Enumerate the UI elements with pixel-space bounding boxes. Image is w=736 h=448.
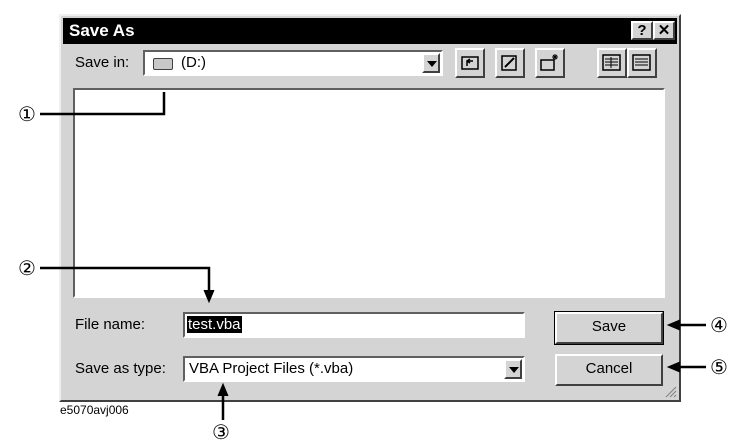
- callout-2: ②: [18, 256, 36, 280]
- figure-caption: e5070avj006: [60, 403, 129, 417]
- callout-5: ⑤: [710, 355, 728, 379]
- annotation-lines: [40, 92, 706, 420]
- callout-4: ④: [710, 313, 728, 337]
- callout-1: ①: [18, 102, 36, 126]
- callout-3: ③: [212, 420, 230, 444]
